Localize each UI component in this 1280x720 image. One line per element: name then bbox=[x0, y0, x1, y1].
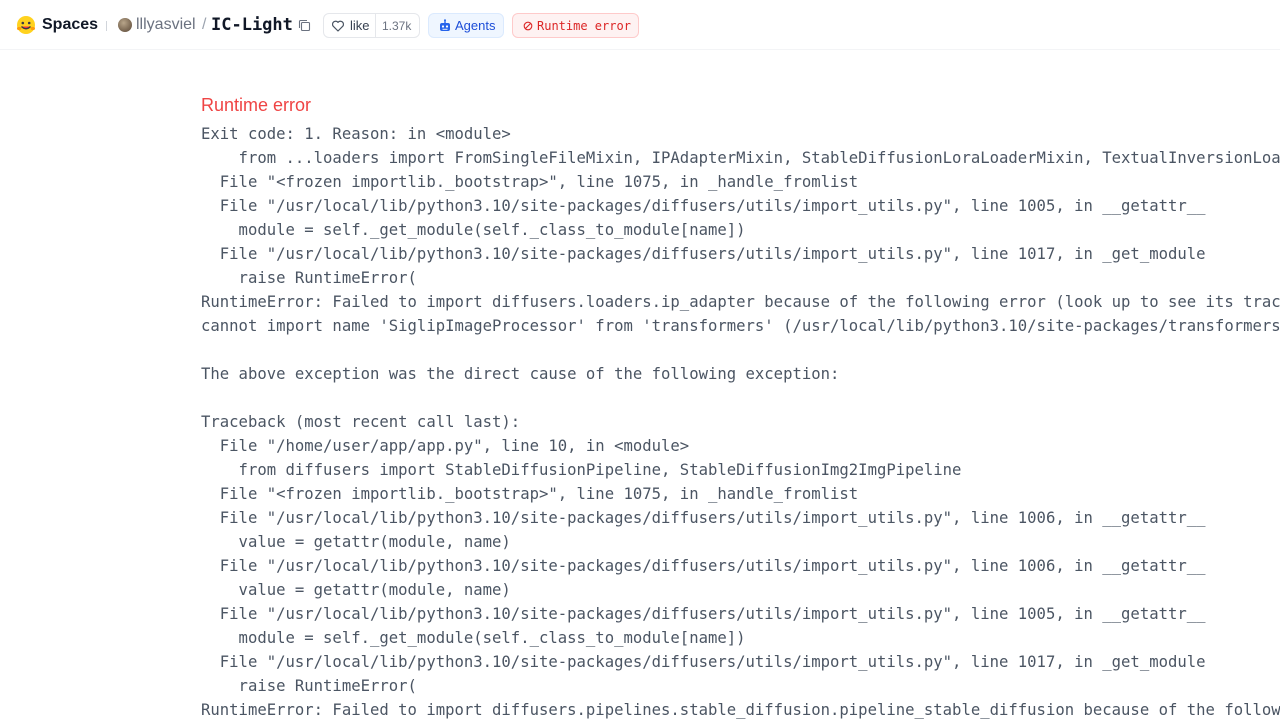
like-button[interactable]: like 1.37k bbox=[323, 13, 420, 38]
top-navigation-bar: Spaces lllyasviel / IC-Light like 1.37k … bbox=[0, 0, 1280, 50]
log-line: raise RuntimeError( bbox=[201, 269, 417, 287]
log-line: value = getattr(module, name) bbox=[201, 581, 511, 599]
log-line: File "/usr/local/lib/python3.10/site-pac… bbox=[201, 557, 1206, 575]
log-line: Exit code: 1. Reason: in <module> bbox=[201, 125, 511, 143]
log-line: File "<frozen importlib._bootstrap>", li… bbox=[201, 485, 859, 503]
repo-name-link[interactable]: IC-Light bbox=[211, 14, 293, 36]
log-line: File "/usr/local/lib/python3.10/site-pac… bbox=[201, 197, 1206, 215]
like-divider bbox=[375, 14, 376, 37]
owner-avatar[interactable] bbox=[118, 18, 132, 32]
log-line: module = self._get_module(self._class_to… bbox=[201, 221, 746, 239]
log-line: from diffusers import StableDiffusionPip… bbox=[201, 461, 962, 479]
like-label: like bbox=[350, 18, 370, 33]
log-line: File "/usr/local/lib/python3.10/site-pac… bbox=[201, 605, 1206, 623]
runtime-status-badge[interactable]: Runtime error bbox=[512, 13, 639, 38]
error-log: Exit code: 1. Reason: in <module> from .… bbox=[201, 122, 1280, 720]
agents-label: Agents bbox=[455, 18, 496, 33]
main-content: Runtime error Exit code: 1. Reason: in <… bbox=[0, 51, 1280, 720]
error-circle-icon bbox=[523, 21, 533, 31]
log-line: File "<frozen importlib._bootstrap>", li… bbox=[201, 173, 859, 191]
log-line: from ...loaders import FromSingleFileMix… bbox=[201, 149, 1280, 167]
log-line: value = getattr(module, name) bbox=[201, 533, 511, 551]
error-title: Runtime error bbox=[201, 95, 312, 115]
header-divider bbox=[106, 21, 107, 31]
agents-button[interactable]: Agents bbox=[428, 13, 504, 38]
robot-icon bbox=[440, 19, 450, 31]
owner-link[interactable]: lllyasviel bbox=[136, 15, 196, 35]
heart-icon bbox=[332, 20, 344, 32]
like-count[interactable]: 1.37k bbox=[382, 19, 411, 33]
log-line: File "/home/user/app/app.py", line 10, i… bbox=[201, 437, 690, 455]
log-line: module = self._get_module(self._class_to… bbox=[201, 629, 746, 647]
log-line: cannot import name 'SiglipImageProcessor… bbox=[201, 317, 1280, 335]
copy-icon[interactable] bbox=[298, 19, 311, 32]
log-line: File "/usr/local/lib/python3.10/site-pac… bbox=[201, 245, 1206, 263]
log-line: raise RuntimeError( bbox=[201, 677, 417, 695]
log-line: File "/usr/local/lib/python3.10/site-pac… bbox=[201, 509, 1206, 527]
log-line: File "/usr/local/lib/python3.10/site-pac… bbox=[201, 653, 1206, 671]
spaces-link[interactable]: Spaces bbox=[42, 15, 98, 35]
log-line: The above exception was the direct cause… bbox=[201, 365, 840, 383]
hugging-face-logo-icon[interactable] bbox=[16, 15, 36, 35]
log-line: RuntimeError: Failed to import diffusers… bbox=[201, 701, 1280, 719]
log-line: Traceback (most recent call last): bbox=[201, 413, 521, 431]
status-label: Runtime error bbox=[537, 19, 631, 33]
path-separator: / bbox=[202, 16, 207, 33]
log-line: RuntimeError: Failed to import diffusers… bbox=[201, 293, 1280, 311]
